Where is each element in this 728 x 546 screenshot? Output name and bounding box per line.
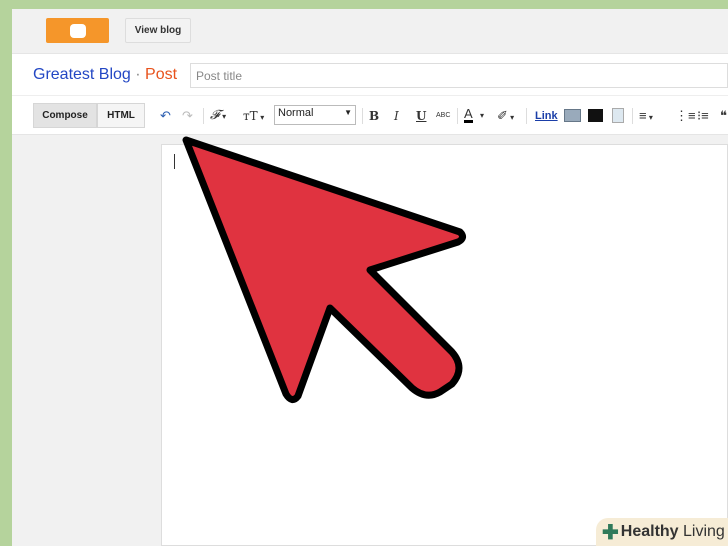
- insert-video-icon[interactable]: [588, 109, 603, 122]
- font-size-button[interactable]: тT ▾: [243, 107, 264, 125]
- link-button[interactable]: Link: [535, 107, 558, 125]
- section-label: Post: [145, 66, 178, 83]
- editor-toolbar: Compose HTML ↶ ↷ 𝓕 ▾ тT ▾ Normal ▼ B I U …: [12, 95, 728, 135]
- divider: [632, 108, 633, 124]
- insert-image-icon[interactable]: [564, 109, 581, 122]
- numbered-list-icon[interactable]: ⋮≡: [675, 107, 696, 125]
- highlight-color-icon[interactable]: ✐ ▾: [497, 107, 514, 125]
- paragraph-format-select[interactable]: Normal ▼: [274, 105, 356, 125]
- quote-icon[interactable]: ❝: [720, 107, 727, 125]
- underline-button[interactable]: U: [416, 107, 426, 125]
- align-icon[interactable]: ≡ ▾: [639, 107, 653, 125]
- blogger-editor: View blog Greatest Blog · Post Post titl…: [12, 9, 728, 546]
- post-body-editor[interactable]: [161, 144, 728, 546]
- chevron-down-icon: ▼: [344, 108, 352, 117]
- compose-tab[interactable]: Compose: [33, 103, 97, 128]
- undo-icon[interactable]: ↶: [160, 107, 171, 125]
- watermark: ✚ Healthy Living: [596, 518, 728, 546]
- html-tab[interactable]: HTML: [97, 103, 145, 128]
- insert-jump-break-icon[interactable]: [612, 108, 624, 123]
- divider: [362, 108, 363, 124]
- top-header: View blog: [12, 9, 728, 53]
- bold-button[interactable]: B: [369, 107, 379, 125]
- divider: [526, 108, 527, 124]
- chevron-down-icon[interactable]: ▾: [480, 107, 484, 125]
- title-row: Greatest Blog · Post Post title: [12, 53, 728, 95]
- text-color-icon[interactable]: A: [464, 107, 473, 123]
- post-title-input[interactable]: Post title: [190, 63, 728, 88]
- blogger-icon: [69, 23, 86, 38]
- left-sidebar: [12, 136, 160, 546]
- strikethrough-button[interactable]: ABC: [436, 107, 450, 125]
- font-family-button[interactable]: 𝓕 ▾: [210, 107, 226, 125]
- blogger-logo-button[interactable]: [46, 18, 109, 43]
- view-blog-button[interactable]: View blog: [125, 18, 191, 43]
- breadcrumb: Greatest Blog · Post: [33, 66, 177, 84]
- bulleted-list-icon[interactable]: ⁝≡: [697, 107, 709, 125]
- text-caret: [174, 154, 175, 169]
- watermark-text-bold: Healthy: [620, 523, 679, 540]
- watermark-text: Living: [678, 523, 725, 540]
- italic-button[interactable]: I: [394, 107, 399, 125]
- divider: [457, 108, 458, 124]
- breadcrumb-separator: ·: [130, 66, 146, 83]
- blog-name-link[interactable]: Greatest Blog: [33, 66, 131, 83]
- redo-icon[interactable]: ↷: [182, 107, 193, 125]
- divider: [203, 108, 204, 124]
- plus-logo-icon: ✚: [602, 521, 619, 544]
